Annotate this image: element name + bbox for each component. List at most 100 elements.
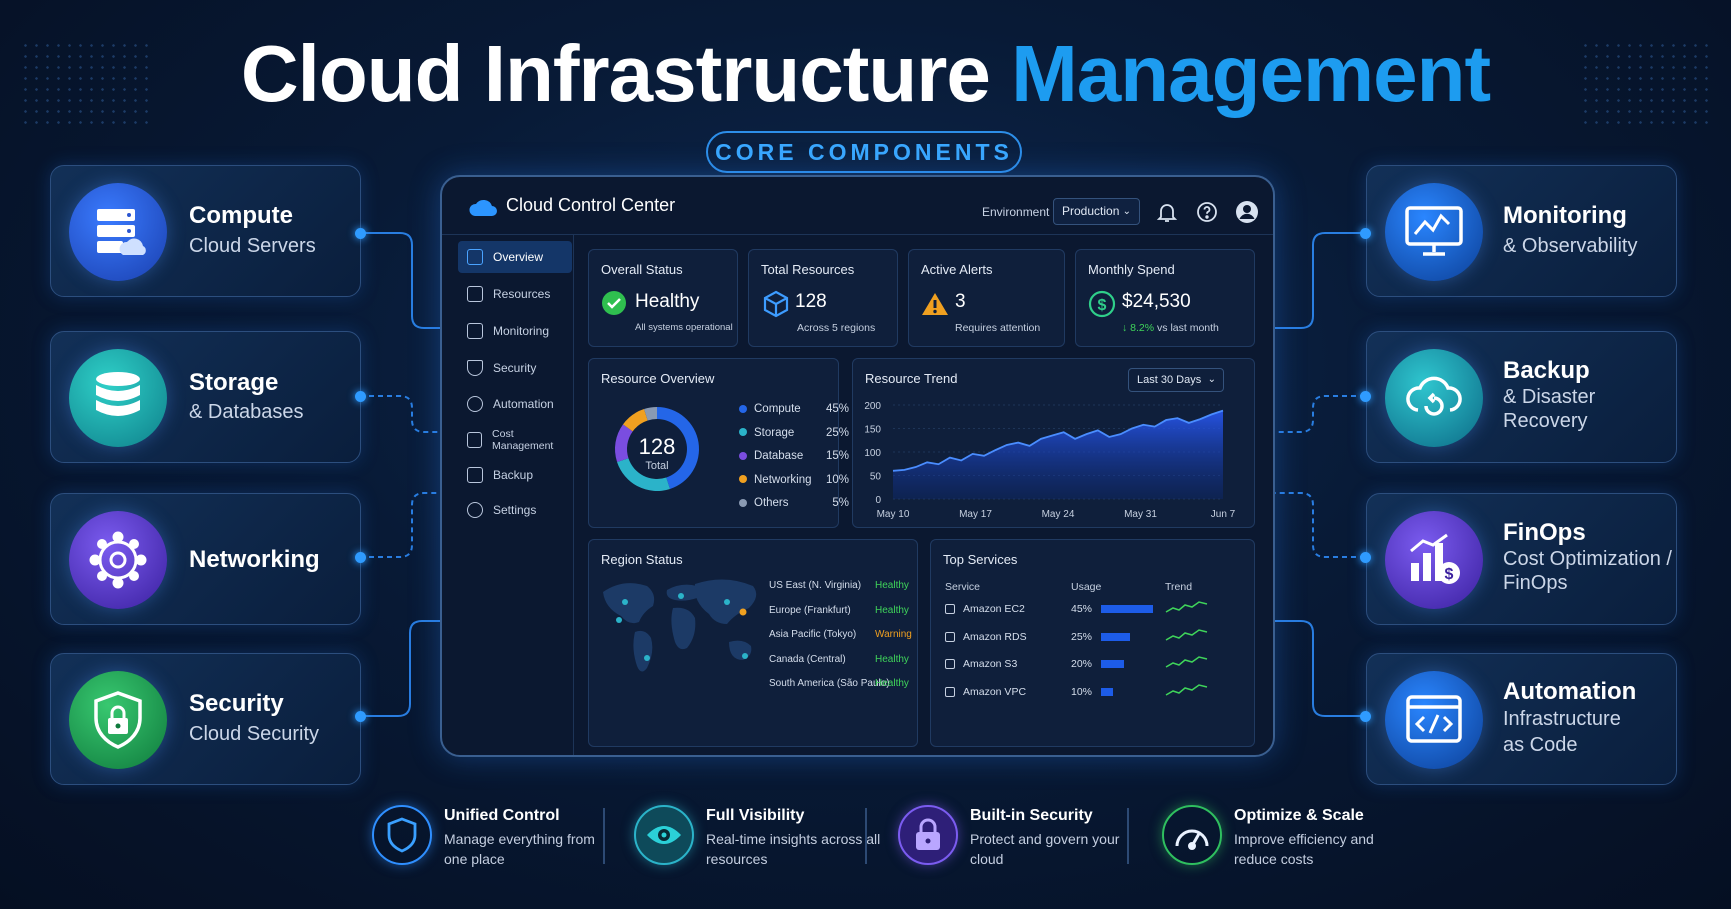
nav-monitoring[interactable]: Monitoring — [458, 315, 572, 347]
divider — [865, 808, 867, 864]
legend-value: 15% — [825, 450, 849, 462]
feature-title: Built-in Security — [970, 807, 1093, 824]
nav-automation[interactable]: Automation — [458, 388, 572, 420]
legend-item: Others 5% — [739, 497, 849, 513]
kpi-monthly-spend: Monthly Spend $ $24,530 ↓ 8.2% vs last m… — [1075, 249, 1255, 347]
connector-dot — [355, 711, 366, 722]
card-title: Networking — [189, 546, 320, 573]
nav-settings[interactable]: Settings — [458, 494, 572, 526]
chevron-down-icon: ⌄ — [1207, 374, 1216, 385]
legend-swatch — [739, 404, 747, 413]
y-tick-label: 100 — [864, 448, 881, 459]
cube-icon — [467, 286, 483, 302]
panel-title: Top Services — [943, 552, 1018, 567]
kpi-value: $24,530 — [1122, 291, 1191, 312]
legend-swatch — [739, 475, 747, 484]
table-row[interactable]: Amazon VPC 10% — [945, 683, 1215, 704]
user-avatar-icon[interactable] — [1235, 200, 1259, 224]
nav-backup[interactable]: Backup — [458, 459, 572, 491]
panel-title: Resource Trend — [865, 371, 958, 386]
nav-overview[interactable]: Overview — [458, 241, 572, 273]
legend-item: Database 15% — [739, 450, 849, 466]
legend-item: Storage 25% — [739, 427, 849, 443]
gauge-icon — [1162, 805, 1222, 865]
networking-card[interactable]: Networking — [50, 493, 361, 625]
shield-lock-icon — [69, 671, 167, 769]
connector-dot — [355, 552, 366, 563]
x-tick-label: May 10 — [877, 509, 910, 520]
feature-full-visibility: Full Visibility Real-time insights acros… — [634, 803, 880, 873]
padlock-icon — [898, 805, 958, 865]
panel-title: Region Status — [601, 552, 683, 567]
card-subtitle: Infrastructure — [1503, 708, 1621, 730]
app-brand: Cloud Control Center — [506, 195, 676, 215]
card-title: Backup — [1503, 357, 1590, 384]
x-tick-label: Jun 7 — [1211, 509, 1236, 520]
trend-area — [893, 410, 1223, 499]
legend-label: Storage — [754, 426, 795, 439]
automation-card[interactable]: Automation Infrastructure as Code — [1366, 653, 1677, 785]
warning-icon — [922, 293, 948, 315]
legend-label: Database — [754, 450, 804, 462]
service-icon — [945, 631, 955, 642]
region-status-badge: Warning — [875, 629, 912, 640]
usage-bar — [1101, 660, 1124, 668]
table-row[interactable]: Amazon S3 20% — [945, 656, 1215, 676]
shield-icon — [467, 360, 483, 376]
monitoring-card[interactable]: Monitoring & Observability — [1366, 165, 1677, 297]
wallet-icon — [467, 432, 483, 448]
legend-value: 45% — [825, 403, 849, 415]
backup-card[interactable]: Backup & Disaster Recovery — [1366, 331, 1677, 463]
nav-security[interactable]: Security — [458, 352, 572, 384]
card-subtitle: Cloud Servers — [189, 235, 316, 257]
table-row[interactable]: Amazon RDS 25% — [945, 628, 1215, 649]
kpi-delta: ↓ 8.2% — [1122, 322, 1155, 334]
region-row[interactable]: US East (N. Virginia) Healthy — [769, 580, 909, 591]
dollar-icon: $ — [1088, 290, 1116, 318]
nav-cost-management[interactable]: Cost Management — [458, 424, 572, 456]
database-icon — [69, 349, 167, 447]
eye-icon — [634, 805, 694, 865]
region-name: Canada (Central) — [769, 653, 846, 665]
finops-card[interactable]: $ FinOps Cost Optimization / FinOps — [1366, 493, 1677, 625]
region-row[interactable]: Canada (Central) Healthy — [769, 653, 909, 665]
region-status-badge: Healthy — [875, 653, 909, 665]
cost-chart-icon: $ — [1385, 511, 1483, 609]
region-row[interactable]: Asia Pacific (Tokyo) Warning — [769, 629, 912, 640]
svg-text:$: $ — [1098, 297, 1107, 314]
compute-card[interactable]: Compute Cloud Servers — [50, 165, 361, 297]
feature-title: Unified Control — [444, 807, 560, 824]
kpi-subtext: vs last month — [1157, 322, 1219, 334]
security-card[interactable]: Security Cloud Security — [50, 653, 361, 785]
table-row[interactable]: Amazon EC2 45% — [945, 601, 1215, 621]
sparkline — [1165, 656, 1208, 668]
service-icon — [945, 686, 955, 697]
help-icon[interactable] — [1195, 200, 1219, 224]
resource-overview-panel: Resource Overview 128 Total Compute 45% St… — [588, 358, 849, 528]
column-header: Usage — [1071, 581, 1102, 593]
region-row[interactable]: South America (São Paulo) Healthy — [769, 678, 909, 689]
divider — [603, 808, 605, 864]
feature-title: Full Visibility — [706, 807, 805, 824]
service-name: Amazon RDS — [963, 630, 1027, 643]
legend-label: Networking — [754, 473, 812, 486]
nav-resources[interactable]: Resources — [458, 278, 572, 310]
donut-center-value: 128 — [638, 434, 676, 459]
storage-card[interactable]: Storage & Databases — [50, 331, 361, 463]
card-title: Automation — [1503, 678, 1637, 705]
bell-icon[interactable] — [1155, 200, 1179, 224]
region-name: Europe (Frankfurt) — [769, 604, 851, 616]
range-select[interactable]: Last 30 Days ⌄ — [1128, 368, 1224, 392]
kpi-active-alerts: Active Alerts 3 Requires attention — [908, 249, 1065, 347]
feature-optimize-scale: Optimize & Scale Improve efficiency and … — [1162, 803, 1392, 873]
card-subtitle: & Databases — [189, 401, 304, 423]
kpi-value: Healthy — [635, 291, 700, 312]
environment-select[interactable]: Production ⌄ — [1053, 198, 1140, 225]
kpi-label: Active Alerts — [921, 262, 993, 277]
kpi-subtext: Across 5 regions — [797, 322, 876, 334]
card-subtitle: Cloud Security — [189, 723, 320, 745]
y-tick-label: 150 — [864, 425, 881, 436]
connector-dot — [355, 391, 366, 402]
region-row[interactable]: Europe (Frankfurt) Healthy — [769, 604, 909, 616]
service-usage: 10% — [1071, 685, 1093, 698]
